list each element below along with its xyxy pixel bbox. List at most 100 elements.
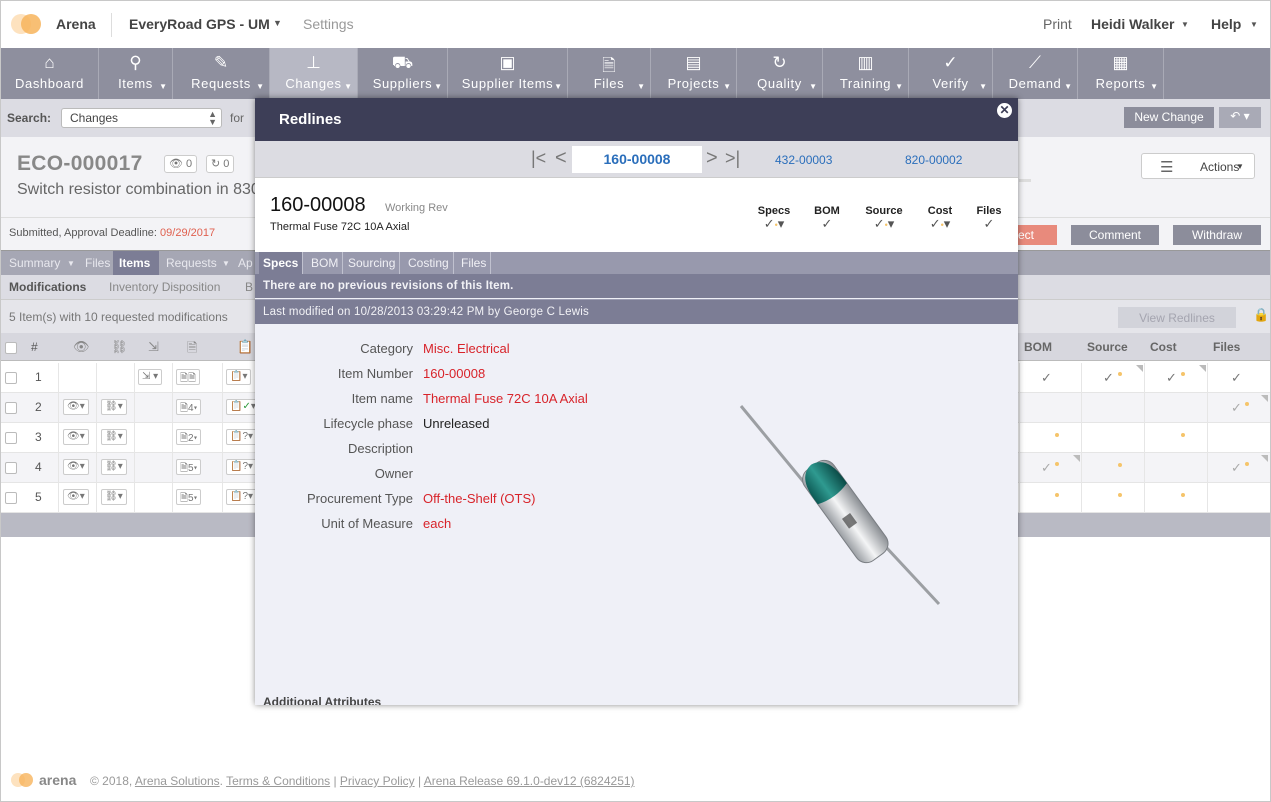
watch-mini-button[interactable]: 👁▾ <box>63 429 89 445</box>
nav-item-dashboard[interactable]: ⌂ Dashboard <box>1 48 99 99</box>
row-checkbox[interactable] <box>5 402 17 414</box>
nav-item-suppliers[interactable]: ⛟ Suppliers ▼ <box>358 48 448 99</box>
comment-button[interactable]: Comment <box>1071 225 1159 245</box>
search-scope-select[interactable]: Changes ▲ ▼ <box>61 108 222 128</box>
row-checkbox[interactable] <box>5 462 17 474</box>
next-icon[interactable]: > <box>706 148 718 168</box>
nav-item-reports[interactable]: ▦ Reports ▼ <box>1078 48 1164 99</box>
file-mini-button[interactable]: 🗎5▾ <box>176 459 202 475</box>
print-link[interactable]: Print <box>1043 16 1072 32</box>
row-checkbox[interactable] <box>5 432 17 444</box>
release-link[interactable]: Arena Release 69.1.0-dev12 (6824251) <box>424 774 635 788</box>
chevron-down-icon[interactable]: ▼ <box>256 82 264 91</box>
file-count: 5 <box>188 463 194 474</box>
view-redlines-button[interactable]: View Redlines <box>1118 307 1236 328</box>
nav-item-quality[interactable]: ↻ Quality ▼ <box>737 48 823 99</box>
user-menu[interactable]: Heidi Walker <box>1091 16 1175 32</box>
chevron-down-icon[interactable]: ▼ <box>554 82 562 91</box>
row-checkbox[interactable] <box>5 492 17 504</box>
subtab-modifications[interactable]: Modifications <box>9 280 86 294</box>
last-icon[interactable]: >| <box>725 149 740 167</box>
chevron-down-icon[interactable]: ▼ <box>895 82 903 91</box>
select-all-checkbox[interactable] <box>5 342 17 354</box>
file-mini-button[interactable]: 🗎4▾ <box>176 399 202 415</box>
chevron-down-icon[interactable]: ▼ <box>723 82 731 91</box>
field-value: 160-00008 <box>423 366 486 381</box>
clipboard-mini-button[interactable]: 📋?▾ <box>226 489 258 505</box>
actions-menu[interactable]: ☰ Actions ▼ <box>1141 153 1255 179</box>
nav-item-items[interactable]: ⚲ Items ▼ <box>99 48 173 99</box>
chevron-down-icon[interactable]: ▼ <box>67 259 75 268</box>
prev-icon[interactable]: < <box>555 148 567 168</box>
nav-item-projects[interactable]: ▤ Projects ▼ <box>651 48 737 99</box>
tab-costing[interactable]: Costing <box>404 252 454 274</box>
next-item-link[interactable]: 432-00003 <box>775 153 832 167</box>
tab-summary[interactable]: Summary <box>9 256 60 270</box>
link-mini-button[interactable]: ⛓▾ <box>101 489 127 505</box>
revision-note: There are no previous revisions of this … <box>255 274 1018 298</box>
subtab-b[interactable]: B <box>245 280 253 294</box>
nav-item-files[interactable]: 🗎 Files ▼ <box>568 48 651 99</box>
chevron-down-icon[interactable]: ▼ <box>434 82 442 91</box>
back-icon[interactable]: ↶ ▾ <box>1219 107 1261 128</box>
settings-link[interactable]: Settings <box>303 16 354 32</box>
lock-icon[interactable]: 🔒 <box>1253 307 1269 323</box>
arena-logo[interactable] <box>11 14 43 34</box>
link-mini-button[interactable]: ⛓▾ <box>101 459 127 475</box>
chevron-down-icon[interactable]: ▼ <box>1181 20 1189 29</box>
watch-mini-button[interactable]: 👁▾ <box>63 489 89 505</box>
chevron-down-icon[interactable]: ▼ <box>1150 82 1158 91</box>
nav-item-supplier-items[interactable]: ▣ Supplier Items ▼ <box>448 48 568 99</box>
workspace-selector[interactable]: EveryRoad GPS - UM <box>129 16 270 32</box>
file-mini-button[interactable]: 🗎5▾ <box>176 489 202 505</box>
chevron-down-icon[interactable]: ▼ <box>809 82 817 91</box>
chevron-down-icon[interactable]: ▼ <box>344 82 352 91</box>
chevron-down-icon[interactable]: ▼ <box>637 82 645 91</box>
nav-item-requests[interactable]: ✎ Requests ▼ <box>173 48 270 99</box>
company-link[interactable]: Arena Solutions <box>135 774 220 788</box>
privacy-link[interactable]: Privacy Policy <box>340 774 415 788</box>
first-icon[interactable]: |< <box>531 149 546 167</box>
tab-files[interactable]: Files <box>457 252 492 274</box>
subtab-inventory[interactable]: Inventory Disposition <box>109 280 220 294</box>
nav-item-verify[interactable]: ✓ Verify ▼ <box>909 48 993 99</box>
hamburger-icon: ☰ <box>1160 159 1174 176</box>
file-mini-button[interactable]: 🗎🗎 <box>176 369 201 385</box>
withdraw-button[interactable]: Withdraw <box>1173 225 1261 245</box>
chevron-down-icon[interactable]: ▼ <box>159 82 167 91</box>
help-menu[interactable]: Help <box>1211 16 1241 32</box>
main-nav: ⌂ Dashboard ⚲ Items ▼ ✎ Requests ▼ ⊥ Changes ▼ ⛟ Sup… <box>1 48 1270 99</box>
tab-approvals[interactable]: Ap <box>238 256 253 270</box>
tab-sourcing[interactable]: Sourcing <box>344 252 401 274</box>
nav-item-training[interactable]: ▥ Training ▼ <box>823 48 909 99</box>
watch-pill[interactable]: 👁 0 <box>164 155 198 173</box>
clipboard-mini-button[interactable]: 📋?▾ <box>226 459 258 475</box>
clipboard-mini-button[interactable]: 📋▾ <box>226 369 252 385</box>
bom-mini-button[interactable]: ⇲ ▾ <box>138 369 163 385</box>
tab-items[interactable]: Items <box>113 251 159 275</box>
chevron-down-icon[interactable]: ▼ <box>1250 20 1258 29</box>
chevron-down-icon[interactable]: ▼ <box>273 18 282 28</box>
chevron-down-icon[interactable]: ▼ <box>979 82 987 91</box>
tab-specs[interactable]: Specs <box>259 252 304 274</box>
nav-item-changes[interactable]: ⊥ Changes ▼ <box>270 48 358 99</box>
tab-requests[interactable]: Requests <box>166 256 217 270</box>
watch-mini-button[interactable]: 👁▾ <box>63 399 89 415</box>
close-icon[interactable]: ✕ <box>997 103 1012 118</box>
tab-files[interactable]: Files <box>85 256 110 270</box>
chevron-down-icon[interactable]: ▼ <box>1064 82 1072 91</box>
tab-bom[interactable]: BOM <box>307 252 344 274</box>
refresh-pill[interactable]: ↻ 0 <box>206 155 235 173</box>
new-change-button[interactable]: New Change <box>1124 107 1214 128</box>
link-mini-button[interactable]: ⛓▾ <box>101 429 127 445</box>
nav-item-demand[interactable]: ⟋ Demand ▼ <box>993 48 1078 99</box>
chevron-down-icon[interactable]: ▼ <box>222 259 230 268</box>
row-checkbox[interactable] <box>5 372 17 384</box>
watch-mini-button[interactable]: 👁▾ <box>63 459 89 475</box>
link-mini-button[interactable]: ⛓▾ <box>101 399 127 415</box>
terms-link[interactable]: Terms & Conditions <box>226 774 330 788</box>
reject-button[interactable]: ect <box>1018 225 1057 245</box>
clipboard-mini-button[interactable]: 📋?▾ <box>226 429 258 445</box>
file-mini-button[interactable]: 🗎2▾ <box>176 429 202 445</box>
next-item-link[interactable]: 820-00002 <box>905 153 962 167</box>
